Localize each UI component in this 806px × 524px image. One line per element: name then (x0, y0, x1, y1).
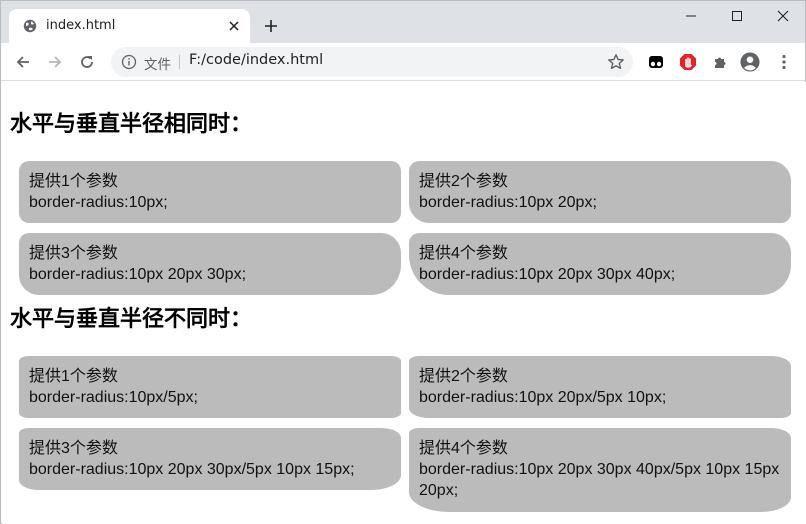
address-bar[interactable]: 文件 F:/code/index.html (111, 47, 633, 77)
reload-button[interactable] (75, 51, 99, 73)
radius-box-6: 提供2个参数 border-radius:10px 20px/5px 10px; (409, 356, 791, 418)
box-code: border-radius:10px; (29, 194, 168, 211)
scheme-label: 文件 (144, 57, 171, 73)
close-window-button[interactable] (761, 5, 805, 27)
radius-box-7: 提供3个参数 border-radius:10px 20px 30px/5px … (19, 428, 401, 490)
box-code: border-radius:10px/5px; (29, 389, 198, 406)
profile-avatar-icon[interactable] (740, 52, 760, 72)
box-label: 提供2个参数 (419, 368, 508, 385)
box-code: border-radius:10px 20px 30px 40px; (419, 266, 676, 283)
omnibox-separator (179, 55, 180, 69)
forward-button[interactable] (43, 51, 67, 73)
box-code: border-radius:10px 20px 30px 40px/5px 10… (419, 461, 780, 499)
radius-box-3: 提供3个参数 border-radius:10px 20px 30px; (19, 233, 401, 295)
bookmark-star-icon[interactable] (607, 53, 625, 71)
box-code: border-radius:10px 20px 30px; (29, 266, 247, 283)
extension-tampermonkey-icon[interactable] (646, 52, 666, 72)
maximize-button[interactable] (715, 5, 759, 27)
box-code: border-radius:10px 20px/5px 10px; (419, 389, 667, 406)
section-title-same-radius: 水平与垂直半径相同时： (10, 111, 253, 136)
box-code: border-radius:10px 20px; (419, 194, 597, 211)
url-text[interactable]: F:/code/index.html (189, 52, 323, 68)
box-label: 提供4个参数 (419, 440, 508, 457)
box-label: 提供3个参数 (29, 245, 118, 262)
extension-adblock-icon[interactable] (678, 52, 698, 72)
section-title-different-radius: 水平与垂直半径不同时： (10, 306, 253, 331)
menu-kebab-icon[interactable] (774, 52, 794, 72)
close-tab-icon[interactable] (226, 18, 242, 34)
extensions-puzzle-icon[interactable] (710, 52, 730, 72)
box-label: 提供1个参数 (29, 173, 118, 190)
minimize-button[interactable] (669, 5, 713, 27)
browser-toolbar: 文件 F:/code/index.html (1, 43, 805, 81)
info-icon[interactable] (121, 54, 137, 70)
box-label: 提供1个参数 (29, 368, 118, 385)
globe-icon (23, 19, 37, 33)
back-button[interactable] (11, 51, 35, 73)
tab-title: index.html (46, 18, 116, 33)
radius-box-8: 提供4个参数 border-radius:10px 20px 30px 40px… (409, 428, 791, 512)
box-label: 提供2个参数 (419, 173, 508, 190)
box-label: 提供3个参数 (29, 440, 118, 457)
radius-box-2: 提供2个参数 border-radius:10px 20px; (409, 161, 791, 223)
radius-box-4: 提供4个参数 border-radius:10px 20px 30px 40px… (409, 233, 791, 295)
box-code: border-radius:10px 20px 30px/5px 10px 15… (29, 461, 355, 478)
radius-box-1: 提供1个参数 border-radius:10px; (19, 161, 401, 223)
browser-window: index.html 文件 F:/code/index.html 水平与垂直半径… (0, 0, 806, 524)
tab-index-html[interactable]: index.html (9, 9, 250, 43)
radius-box-5: 提供1个参数 border-radius:10px/5px; (19, 356, 401, 418)
new-tab-button[interactable] (261, 16, 281, 36)
page-content: 水平与垂直半径相同时： 提供1个参数 border-radius:10px; 提… (2, 82, 806, 524)
box-label: 提供4个参数 (419, 245, 508, 262)
tab-strip: index.html (1, 1, 805, 43)
